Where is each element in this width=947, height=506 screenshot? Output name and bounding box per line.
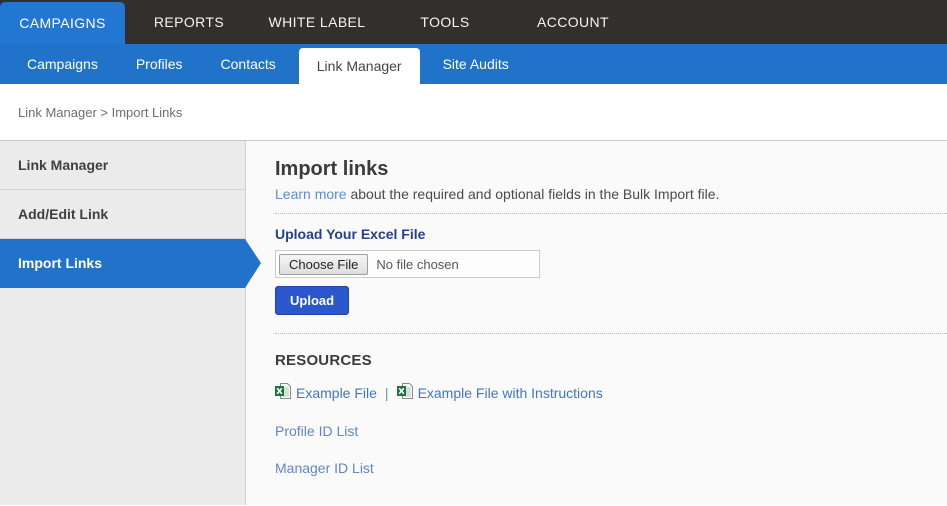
example-files-row: Example File | Example File with Instruc… — [275, 383, 947, 402]
manager-id-list-link[interactable]: Manager ID List — [275, 460, 374, 476]
nav-white-label[interactable]: WHITE LABEL — [253, 0, 381, 44]
content-area: Link Manager Add/Edit Link Import Links … — [0, 141, 947, 505]
file-input[interactable]: Choose File No file chosen — [275, 250, 540, 278]
excel-file-icon — [275, 383, 291, 402]
link-separator: | — [385, 385, 389, 401]
nav-tools[interactable]: TOOLS — [381, 0, 509, 44]
nav-account[interactable]: ACCOUNT — [509, 0, 637, 44]
excel-file-icon — [397, 383, 413, 402]
primary-nav: CAMPAIGNS REPORTS WHITE LABEL TOOLS ACCO… — [0, 0, 947, 44]
resources-heading: RESOURCES — [275, 352, 947, 369]
upload-section-label: Upload Your Excel File — [275, 226, 947, 242]
subnav-profiles[interactable]: Profiles — [121, 44, 198, 84]
nav-reports[interactable]: REPORTS — [125, 0, 253, 44]
example-file-link[interactable]: Example File — [296, 385, 377, 401]
choose-file-button[interactable]: Choose File — [279, 254, 368, 275]
main-panel: Import links Learn more about the requir… — [246, 141, 947, 505]
subnav-link-manager[interactable]: Link Manager — [299, 48, 420, 84]
nav-campaigns[interactable]: CAMPAIGNS — [0, 2, 125, 44]
sidebar-item-import-links[interactable]: Import Links — [0, 239, 245, 288]
profile-id-list-link[interactable]: Profile ID List — [275, 423, 358, 439]
divider — [275, 333, 947, 334]
sidebar: Link Manager Add/Edit Link Import Links — [0, 141, 246, 505]
subnav-campaigns[interactable]: Campaigns — [12, 44, 113, 84]
sidebar-item-link-manager[interactable]: Link Manager — [0, 141, 245, 190]
example-file-instructions-link[interactable]: Example File with Instructions — [418, 385, 603, 401]
intro-text: Learn more about the required and option… — [275, 185, 947, 203]
subnav-contacts[interactable]: Contacts — [206, 44, 291, 84]
breadcrumb: Link Manager > Import Links — [18, 105, 182, 120]
page-title: Import links — [275, 157, 947, 181]
file-chosen-text: No file chosen — [376, 257, 458, 272]
learn-more-link[interactable]: Learn more — [275, 186, 347, 202]
secondary-nav: Campaigns Profiles Contacts Link Manager… — [0, 44, 947, 84]
intro-rest: about the required and optional fields i… — [347, 186, 720, 202]
sidebar-item-add-edit-link[interactable]: Add/Edit Link — [0, 190, 245, 239]
breadcrumb-row: Link Manager > Import Links — [0, 84, 947, 141]
divider — [275, 213, 947, 214]
subnav-site-audits[interactable]: Site Audits — [428, 44, 524, 84]
upload-button[interactable]: Upload — [275, 286, 349, 315]
